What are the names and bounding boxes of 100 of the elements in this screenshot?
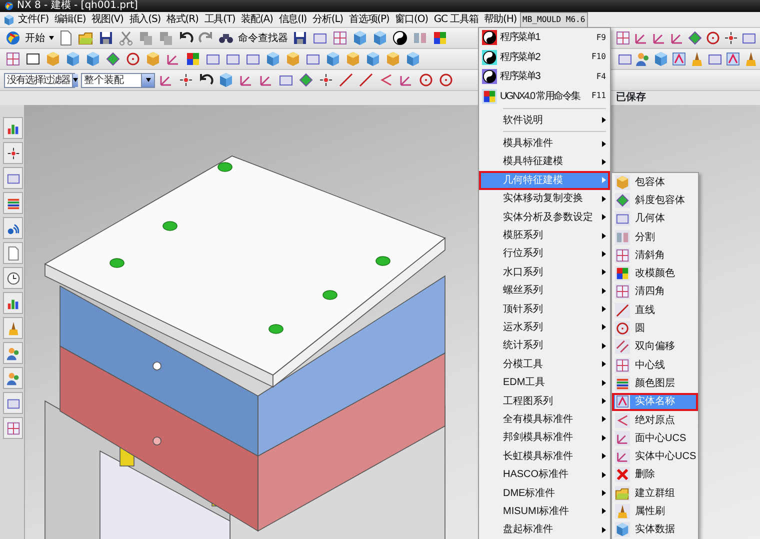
line-icon: [338, 72, 354, 88]
menu-item[interactable]: 装配(A): [238, 12, 276, 28]
selection-filter-dropdown[interactable]: 没有选择过滤器: [4, 72, 75, 88]
submenu-arrow-icon: [602, 306, 606, 312]
submenu-arrow-icon: [602, 324, 606, 330]
menu-command[interactable]: UGNX4.0 常用命令集 F11: [479, 86, 610, 106]
assembly-scope-dropdown[interactable]: 整个装配: [81, 72, 155, 88]
submenu-item[interactable]: 顶针系列: [479, 300, 610, 318]
circle-icon: [705, 30, 721, 46]
toolbar-button[interactable]: [391, 28, 409, 48]
submenu-item[interactable]: 实体移动复制变换: [479, 190, 610, 208]
resource-tab[interactable]: [3, 142, 23, 164]
menu-command[interactable]: 斜度包容体: [612, 191, 698, 210]
color-grid-icon: [482, 88, 497, 104]
submenu-item[interactable]: 统计系列: [479, 336, 610, 356]
circle-icon: [438, 72, 454, 88]
menu-command[interactable]: 直线: [612, 301, 698, 320]
menu-item[interactable]: 文件(F): [15, 12, 52, 28]
submenu-item[interactable]: 行位系列: [479, 244, 610, 264]
menu-command[interactable]: 几何体: [612, 210, 698, 228]
submenu-item[interactable]: MISUMI标准件: [479, 502, 610, 521]
submenu-item[interactable]: HASCO标准件: [479, 465, 610, 484]
color-grid-icon: [615, 266, 630, 282]
menu-command[interactable]: 建立群组: [612, 484, 698, 502]
submenu-item[interactable]: 模具特征建模: [479, 152, 610, 172]
cube-icon: [65, 51, 81, 67]
menu-item[interactable]: 插入(S): [126, 12, 164, 28]
submenu-item[interactable]: 盘起标准件: [479, 520, 610, 539]
menu-command[interactable]: 改模颜色: [612, 264, 698, 283]
submenu-item[interactable]: 全有模具标准件: [479, 410, 610, 429]
resource-tab[interactable]: [3, 392, 23, 414]
menu-command[interactable]: 绝对原点: [612, 410, 698, 430]
menu-command[interactable]: 包容体: [612, 173, 698, 192]
menu-item[interactable]: 格式(R): [164, 12, 202, 28]
cube-icon: [385, 51, 401, 67]
menu-command[interactable]: 中心线: [612, 356, 698, 374]
submenu-item[interactable]: 模具标准件: [479, 134, 610, 153]
file-icon: [6, 246, 20, 260]
copy-icon: [158, 30, 174, 46]
resource-tab[interactable]: [3, 417, 23, 439]
yin-yang-icon: [482, 69, 497, 84]
menu-item[interactable]: 编辑(E): [52, 12, 89, 28]
menu-command[interactable]: 双向偏移: [612, 338, 698, 356]
resource-tab[interactable]: [3, 317, 23, 339]
submenu-item[interactable]: 长虹模具标准件: [479, 447, 610, 466]
resource-tab[interactable]: [3, 292, 23, 314]
resource-tab[interactable]: [3, 242, 23, 264]
menu-item[interactable]: GC 工具箱: [430, 12, 482, 28]
menu-item[interactable]: 帮助(H): [481, 12, 520, 28]
menu-command[interactable]: 圆: [612, 319, 698, 338]
submenu-item[interactable]: 模胚系列: [479, 226, 610, 245]
menu-command[interactable]: 面中心UCS: [612, 429, 698, 448]
diamond-icon: [105, 51, 121, 67]
submenu-item[interactable]: 软件说明: [479, 111, 610, 130]
menu-command[interactable]: 颜色图层: [612, 374, 698, 393]
menu-command[interactable]: 清斜角: [612, 246, 698, 264]
menu-command[interactable]: 属性刷: [612, 502, 698, 521]
menu-item[interactable]: 视图(V): [88, 12, 126, 28]
resource-tab[interactable]: [3, 367, 23, 389]
submenu-item[interactable]: EDM工具: [479, 373, 610, 392]
resource-tab[interactable]: [3, 117, 23, 139]
menu-item[interactable]: 信息(I): [276, 12, 310, 28]
menu-command[interactable]: 程序菜单2 F10: [479, 48, 610, 67]
resource-tab[interactable]: [3, 267, 23, 289]
submenu-arrow-icon: [602, 508, 606, 514]
logo-icon: [5, 30, 21, 46]
submenu-item[interactable]: 螺丝系列: [479, 282, 610, 300]
menu-command[interactable]: 程序菜单1 F9: [479, 28, 610, 48]
submenu-item[interactable]: 分模工具: [479, 355, 610, 374]
submenu-item[interactable]: DME标准件: [479, 484, 610, 502]
menu-item[interactable]: 首选项(P): [346, 12, 392, 28]
command-finder-button[interactable]: 命令查找器: [217, 28, 289, 48]
resource-tab[interactable]: [3, 217, 23, 239]
submenu-item[interactable]: 实体分析及参数设定: [479, 208, 610, 226]
menu-item[interactable]: 窗口(O): [392, 12, 431, 28]
menu-command[interactable]: 实体数据: [612, 520, 698, 539]
menu-command[interactable]: 实体中心UCS: [612, 447, 698, 466]
submenu-item[interactable]: 邦剑模具标准件: [479, 428, 610, 448]
menu-command[interactable]: 删除: [612, 466, 698, 484]
submenu-item[interactable]: 运水系列: [479, 318, 610, 337]
submenu-arrow-icon: [602, 214, 606, 220]
cube-icon: [145, 51, 161, 67]
menu-item[interactable]: 工具(T): [201, 12, 238, 28]
menu-command[interactable]: 程序菜单3 F4: [479, 67, 610, 86]
grid-icon: [615, 284, 630, 300]
menu-item[interactable]: 分析(L): [310, 12, 346, 28]
brush-icon: [689, 51, 705, 67]
cube-icon: [653, 51, 669, 67]
menu-command[interactable]: 清四角: [612, 282, 698, 302]
submenu-item[interactable]: 水口系列: [479, 263, 610, 282]
start-button[interactable]: 开始: [4, 28, 55, 48]
angle-icon: [378, 72, 394, 88]
resource-tab[interactable]: [3, 167, 23, 189]
menu-item[interactable]: MB_MOULD M6.6: [520, 12, 588, 28]
status-message: 已保存: [616, 92, 646, 103]
resource-tab[interactable]: [3, 342, 23, 364]
resource-tab[interactable]: [3, 192, 23, 214]
caret-icon: [49, 36, 54, 40]
submenu-item[interactable]: 工程图系列: [479, 392, 610, 410]
menu-command[interactable]: 分割: [612, 228, 698, 246]
